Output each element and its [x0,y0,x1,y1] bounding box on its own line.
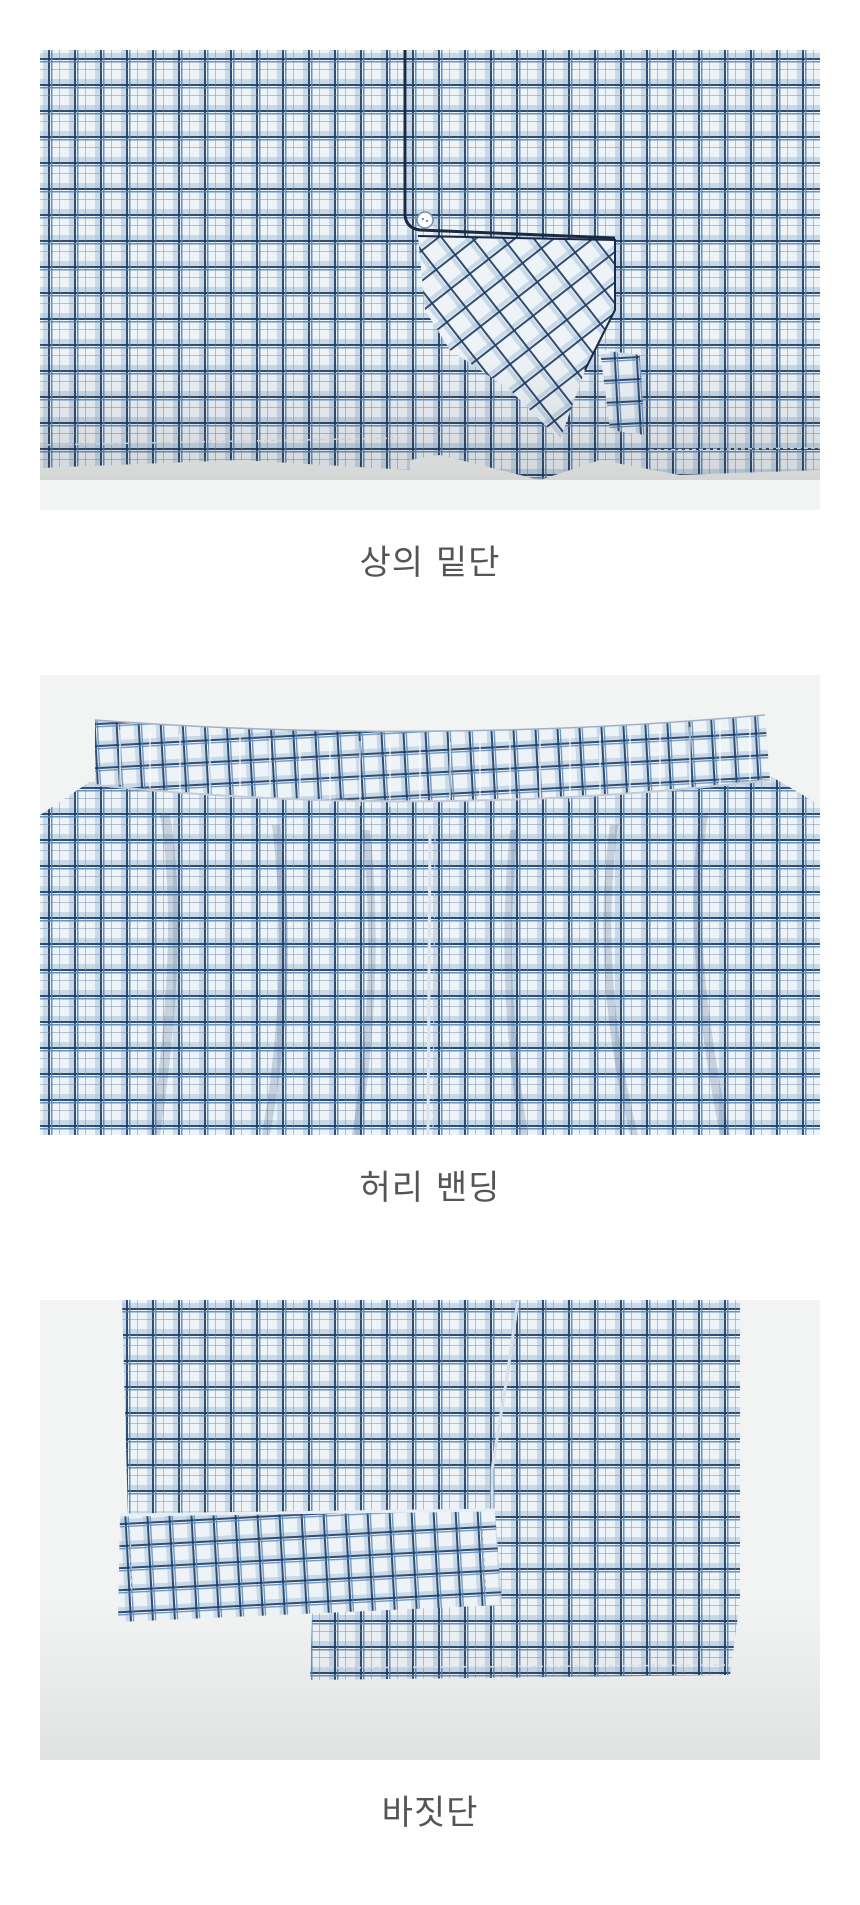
pants-hem-photo [40,1300,820,1760]
section-caption: 상의 밑단 [359,543,501,583]
waistband-photo [40,675,820,1135]
shirt-hem-photo [40,50,820,510]
section-caption: 허리 밴딩 [359,1168,501,1208]
section-caption: 바짓단 [381,1793,479,1833]
